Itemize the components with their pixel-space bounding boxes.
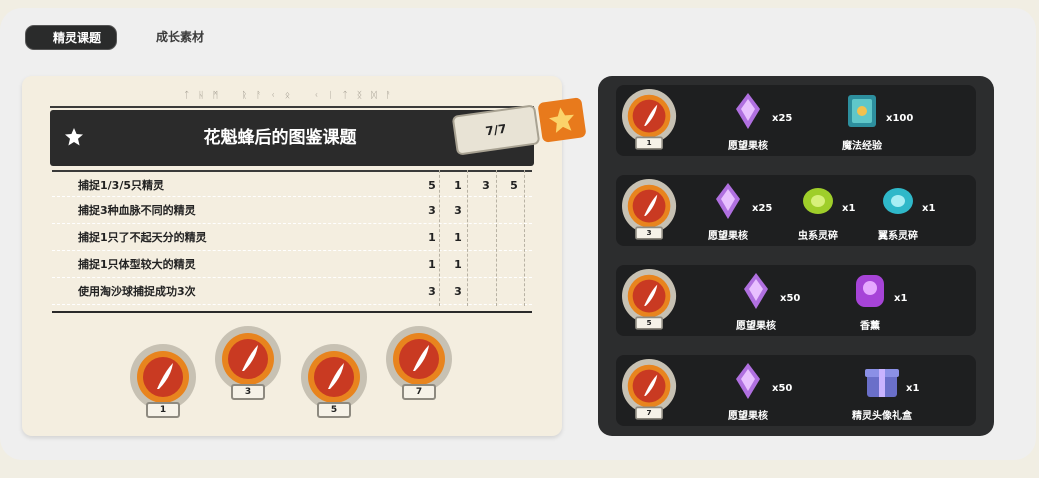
wish-core-icon [744,273,768,309]
tab-label: 成长素材 [155,30,204,44]
milestone-badge: 1 [622,89,677,153]
badge-level: 1 [635,136,663,150]
magic-book-icon [848,95,876,127]
milestone-badge: 3 [622,179,677,243]
star-icon [549,107,574,133]
reward-qty: x1 [894,293,908,304]
task-value: 5 [510,179,518,192]
tab-spirit-tasks[interactable]: 精灵课题 [25,25,117,50]
milestone-badge[interactable]: 5 [301,344,367,422]
aroma-icon [856,275,884,307]
wish-core-icon [736,93,760,129]
rune-decoration: ᛏᚺᛗ ᚱᚨᚲᛟ ᚲᛁᛏᛝᛞᚨ [183,91,401,101]
task-card: ᛏᚺᛗ ᚱᚨᚲᛟ ᚲᛁᛏᛝᛞᚨ 花魁蜂后的图鉴课题 7/7 捕捉1/3/5只精灵… [22,76,587,436]
milestone-badge: 7 [622,359,677,423]
reward-qty: x50 [780,293,801,304]
reward-item[interactable]: x100 魔法经验 [842,91,952,152]
feather-seal-icon [393,333,445,385]
badge-level: 3 [635,226,663,240]
reward-name: 虫系灵碎 [798,231,838,242]
milestone-badge[interactable]: 3 [215,326,281,404]
reward-qty: x50 [772,383,793,394]
task-value: 1 [454,258,462,271]
feather-seal-icon [627,94,671,138]
task-desc: 捕捉1只体型较大的精灵 [78,258,196,271]
feather-seal-icon [308,351,360,403]
tab-label: 精灵课题 [52,31,101,45]
reward-name: 精灵头像礼盒 [852,411,912,422]
task-value: 1 [454,179,462,192]
task-desc: 捕捉1只了不起天分的精灵 [78,231,207,244]
task-value: 3 [454,285,462,298]
feather-seal-icon [627,364,671,408]
badge-level: 5 [635,316,663,330]
gift-box-icon [865,369,899,397]
wing-shard-icon [883,188,913,214]
star-icon [65,128,83,146]
reward-qty: x1 [842,203,856,214]
reward-item[interactable]: x50 愿望果核 [728,361,838,422]
reward-name: 愿望果核 [728,411,768,422]
reward-name: 翼系灵碎 [878,231,918,242]
badge-level: 5 [317,402,351,418]
reward-name: 愿望果核 [728,141,768,152]
table-row: 捕捉1只了不起天分的精灵 1 1 [52,224,532,251]
table-row: 捕捉1/3/5只精灵 5 1 3 5 [52,170,532,197]
reward-qty: x25 [752,203,773,214]
feather-seal-icon [222,333,274,385]
task-value: 1 [454,231,462,244]
task-value: 3 [482,179,490,192]
wish-core-icon [736,363,760,399]
reward-qty: x1 [906,383,920,394]
reward-name: 愿望果核 [708,231,748,242]
reward-qty: x25 [772,113,793,124]
table-row: 使用淘沙球捕捉成功3次 3 3 [52,278,532,305]
badge-level: 7 [402,384,436,400]
reward-row: 5 x50 愿望果核 x1 香薰 [616,265,976,336]
column-divider [467,170,468,306]
badge-level: 3 [231,384,265,400]
badge-level: 1 [146,402,180,418]
wish-core-icon [716,183,740,219]
milestone-badge[interactable]: 7 [386,326,452,404]
reward-row: 3 x25 愿望果核 x1 虫系灵碎 x1 翼系灵碎 [616,175,976,246]
card-title: 花魁蜂后的图鉴课题 [203,128,357,148]
milestone-badge[interactable]: 1 [130,344,196,422]
reward-name: 愿望果核 [736,321,776,332]
reward-name: 魔法经验 [842,141,882,152]
badge-level: 7 [635,406,663,420]
reward-qty: x1 [922,203,936,214]
task-desc: 捕捉3种血脉不同的精灵 [78,204,196,217]
task-value: 3 [454,204,462,217]
reward-qty: x100 [886,113,914,124]
column-divider [439,170,440,306]
feather-seal-icon [627,274,671,318]
reward-item[interactable]: x1 精灵头像礼盒 [852,361,972,422]
feather-seal-icon [137,351,189,403]
milestone-badge: 5 [622,269,677,333]
reward-panel: 1 x25 愿望果核 x100 魔法经验 3 x25 愿望果核 x1 虫系灵碎 [598,76,994,436]
table-row: 捕捉3种血脉不同的精灵 3 3 [52,197,532,224]
divider [52,311,532,313]
reward-name: 香薰 [860,321,880,332]
column-divider [496,170,497,306]
progress-tab [537,97,587,143]
column-divider [524,170,525,306]
table-row: 捕捉1只体型较大的精灵 1 1 [52,251,532,278]
bug-shard-icon [803,188,833,214]
tab-growth-materials[interactable]: 成长素材 [140,25,220,50]
feather-seal-icon [627,184,671,228]
reward-item[interactable]: x1 翼系灵碎 [878,181,988,242]
divider [50,106,534,108]
task-table: 捕捉1/3/5只精灵 5 1 3 5 捕捉3种血脉不同的精灵 3 3 捕捉1只了… [52,170,532,305]
task-desc: 使用淘沙球捕捉成功3次 [78,285,196,298]
task-desc: 捕捉1/3/5只精灵 [78,179,164,192]
reward-row: 1 x25 愿望果核 x100 魔法经验 [616,85,976,156]
reward-row: 7 x50 愿望果核 x1 精灵头像礼盒 [616,355,976,426]
progress-value: 7/7 [484,121,508,139]
reward-item[interactable]: x1 香薰 [850,271,960,332]
